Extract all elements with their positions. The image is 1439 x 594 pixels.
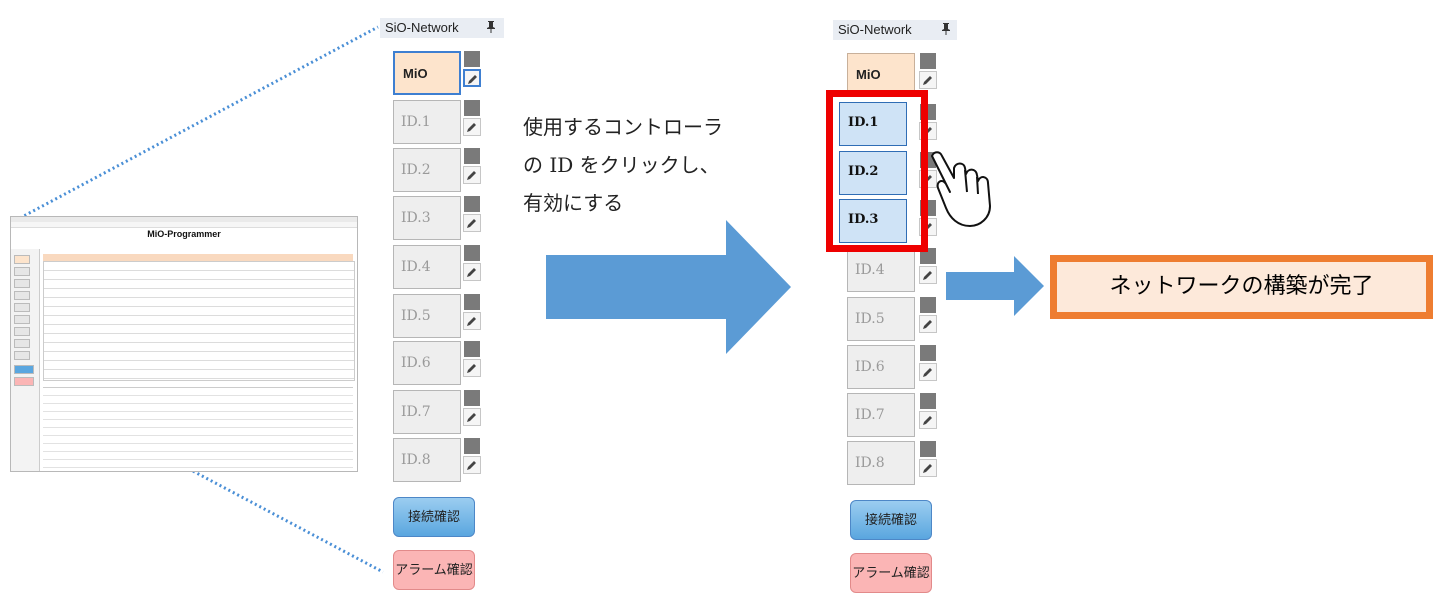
pin-icon[interactable] (486, 21, 496, 36)
id-4-edit-button[interactable] (463, 263, 481, 281)
mio-button[interactable]: MiO (393, 51, 461, 95)
id-5-edit-button[interactable] (463, 312, 481, 330)
id-4-edit-button[interactable] (919, 266, 937, 284)
id-5-edit-button[interactable] (919, 315, 937, 333)
pencil-icon (467, 317, 476, 326)
alarm-check-button[interactable]: アラーム確認 (393, 550, 475, 590)
id-button-6[interactable]: ID.6 (393, 341, 461, 385)
id-button-8[interactable]: ID.8 (847, 441, 915, 485)
alarm-check-button[interactable]: アラーム確認 (850, 553, 932, 593)
id-2-edit-button[interactable] (463, 166, 481, 184)
app-screenshot-thumbnail: MiO-Programmer (10, 216, 358, 472)
id-button-3[interactable]: ID.3 (393, 196, 461, 240)
id-button-7[interactable]: ID.7 (393, 390, 461, 434)
id-3-edit-button[interactable] (463, 214, 481, 232)
thumbnail-menubar (11, 222, 357, 228)
mio-status-indicator (920, 53, 936, 69)
id-7-edit-button[interactable] (463, 408, 481, 426)
pencil-icon (923, 368, 932, 377)
connection-check-button[interactable]: 接続確認 (850, 500, 932, 540)
id-button-4[interactable]: ID.4 (847, 248, 915, 292)
pencil-icon (923, 320, 932, 329)
instruction-line-2: の ID をクリックし、 (523, 153, 720, 177)
id-button-4[interactable]: ID.4 (393, 245, 461, 289)
id-button-7[interactable]: ID.7 (847, 393, 915, 437)
id-button-5[interactable]: ID.5 (847, 297, 915, 341)
panel-title: SiO-Network (833, 20, 957, 40)
id-button-2[interactable]: ID.2 (393, 148, 461, 192)
id-5-status-indicator (920, 297, 936, 313)
pencil-icon (467, 171, 476, 180)
sio-network-panel-before: SiO-Network MiO ID.1 ID.2 ID.3 ID.4 ID.5… (380, 18, 504, 591)
pencil-icon (467, 413, 476, 422)
id-3-status-indicator (464, 196, 480, 212)
mio-status-indicator (464, 51, 480, 67)
id-1-status-indicator (464, 100, 480, 116)
id-6-edit-button[interactable] (919, 363, 937, 381)
id-button-8[interactable]: ID.8 (393, 438, 461, 482)
id-6-status-indicator (464, 341, 480, 357)
pencil-icon (923, 271, 932, 280)
small-right-arrow (946, 256, 1044, 316)
connection-check-button[interactable]: 接続確認 (393, 497, 475, 537)
id-1-edit-button[interactable] (463, 118, 481, 136)
instruction-text: 使用するコントローラ の ID をクリックし、 有効にする (523, 108, 813, 222)
id-8-status-indicator (920, 441, 936, 457)
id-button-5[interactable]: ID.5 (393, 294, 461, 338)
id-8-status-indicator (464, 438, 480, 454)
network-complete-label: ネットワークの構築が完了 (1050, 255, 1433, 319)
id-button-6[interactable]: ID.6 (847, 345, 915, 389)
id-5-status-indicator (464, 294, 480, 310)
id-8-edit-button[interactable] (463, 456, 481, 474)
pencil-icon (923, 76, 932, 85)
id-6-status-indicator (920, 345, 936, 361)
selected-ids-highlight (826, 90, 928, 252)
mio-label: MiO (403, 66, 428, 81)
instruction-line-1: 使用するコントローラ (523, 115, 723, 139)
thumbnail-data-grid (43, 261, 355, 381)
big-right-arrow (546, 220, 791, 354)
id-7-status-indicator (464, 390, 480, 406)
thumbnail-grid-header (43, 254, 353, 261)
id-button-1[interactable]: ID.1 (393, 100, 461, 144)
id-6-edit-button[interactable] (463, 359, 481, 377)
pencil-icon (467, 219, 476, 228)
pointing-hand-icon (931, 151, 991, 227)
instruction-line-3: 有効にする (523, 191, 624, 215)
id-4-status-indicator (464, 245, 480, 261)
pencil-icon (923, 416, 932, 425)
thumbnail-lower-panel (43, 387, 353, 471)
id-8-edit-button[interactable] (919, 459, 937, 477)
pencil-icon (467, 461, 476, 470)
id-2-status-indicator (464, 148, 480, 164)
id-7-status-indicator (920, 393, 936, 409)
thumbnail-sidebar (11, 249, 40, 471)
pin-icon[interactable] (941, 23, 951, 38)
mio-edit-button[interactable] (463, 69, 481, 87)
thumbnail-app-title: MiO-Programmer (147, 229, 221, 239)
pencil-icon (467, 268, 476, 277)
pencil-icon (468, 75, 477, 84)
pencil-icon (923, 464, 932, 473)
mio-edit-button[interactable] (919, 71, 937, 89)
pencil-icon (467, 123, 476, 132)
id-7-edit-button[interactable] (919, 411, 937, 429)
pencil-icon (467, 364, 476, 373)
